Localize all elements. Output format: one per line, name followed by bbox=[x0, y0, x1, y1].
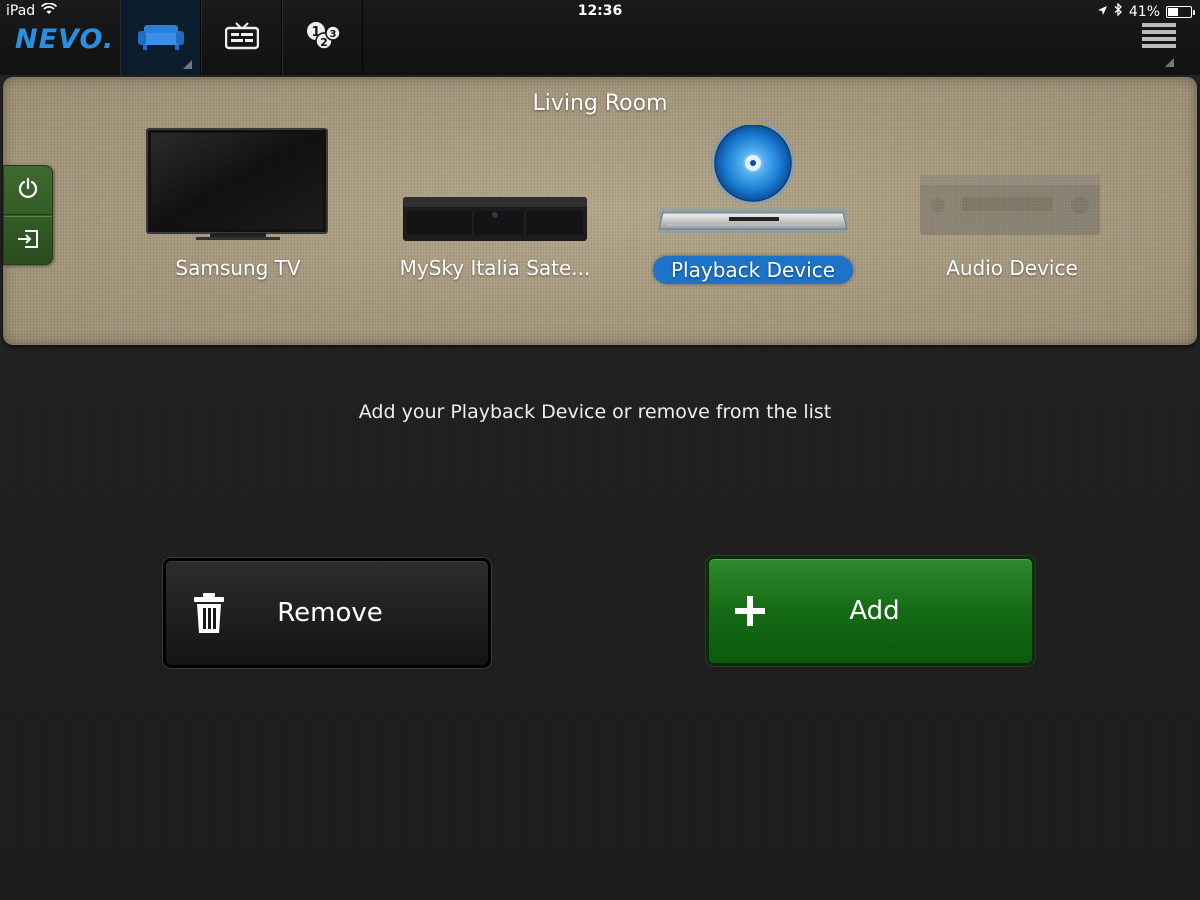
tv-icon bbox=[118, 128, 358, 249]
input-button[interactable] bbox=[4, 216, 52, 265]
dropdown-corner-icon bbox=[1165, 58, 1174, 67]
disc-player-icon bbox=[633, 121, 873, 249]
location-arrow-icon bbox=[1097, 4, 1108, 20]
device-samsung-tv[interactable]: Samsung TV bbox=[118, 125, 358, 295]
hamburger-menu-icon bbox=[1142, 22, 1176, 54]
status-time: 12:36 bbox=[577, 3, 623, 19]
remove-label: Remove bbox=[277, 598, 383, 628]
bluetooth-icon bbox=[1114, 2, 1123, 20]
input-icon bbox=[16, 228, 40, 254]
room-panel: Living Room Samsung TV MySky Italia Sate… bbox=[3, 77, 1197, 345]
dropdown-corner-icon bbox=[183, 60, 192, 69]
device-label-selected: Playback Device bbox=[653, 256, 853, 284]
room-title: Living Room bbox=[532, 91, 668, 116]
device-audio[interactable]: Audio Device bbox=[892, 125, 1132, 295]
add-button[interactable]: Add bbox=[706, 556, 1035, 666]
status-bar: iPad 12:36 41% bbox=[0, 0, 1200, 22]
device-label: MySky Italia Sate... bbox=[399, 256, 591, 280]
instruction-text: Add your Playback Device or remove from … bbox=[358, 401, 832, 423]
device-playback[interactable]: Playback Device bbox=[633, 121, 873, 295]
device-label: Samsung TV bbox=[175, 256, 301, 280]
wifi-icon bbox=[41, 2, 58, 19]
add-label: Add bbox=[849, 596, 900, 626]
battery-percent: 41% bbox=[1128, 3, 1160, 20]
power-icon bbox=[17, 177, 39, 203]
satellite-box-icon bbox=[375, 197, 615, 249]
device-label: Audio Device bbox=[946, 256, 1078, 280]
audio-receiver-icon bbox=[892, 175, 1132, 249]
nevo-logo: NEVO. bbox=[15, 24, 115, 55]
numbers-icon: 1 2 3 bbox=[305, 21, 341, 55]
device-mysky[interactable]: MySky Italia Sate... bbox=[375, 125, 615, 295]
svg-text:2: 2 bbox=[320, 36, 328, 49]
room-quick-controls bbox=[3, 165, 53, 265]
sofa-icon bbox=[137, 21, 184, 55]
tv-guide-icon bbox=[224, 21, 259, 54]
battery-icon bbox=[1166, 5, 1195, 18]
svg-text:3: 3 bbox=[329, 29, 336, 40]
remove-button[interactable]: Remove bbox=[163, 558, 491, 668]
power-button[interactable] bbox=[4, 166, 52, 215]
device-name: iPad bbox=[6, 3, 36, 19]
